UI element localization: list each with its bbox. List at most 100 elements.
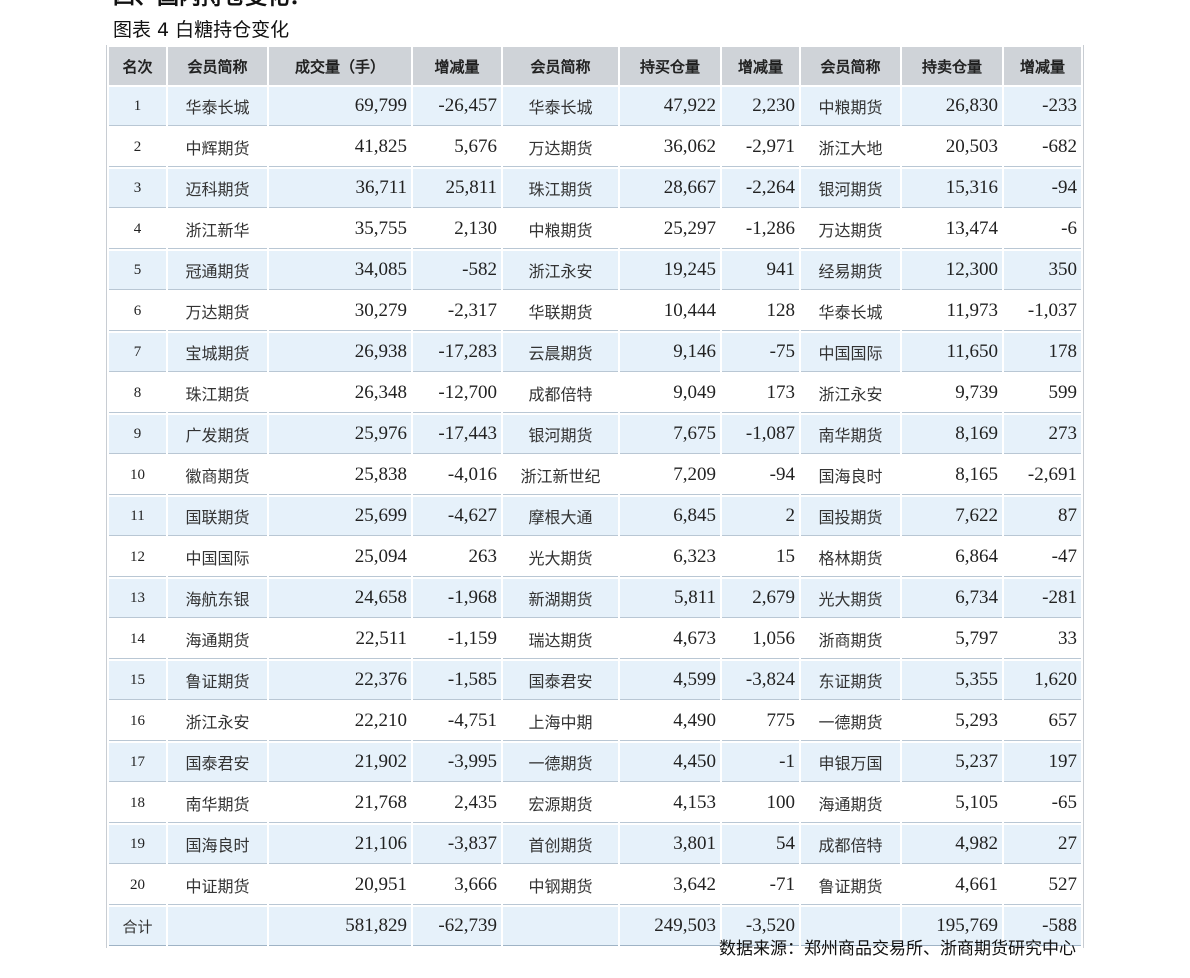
short-change-cell: -682 [1004,128,1081,167]
short-position-cell: 15,316 [902,169,1002,208]
volume-member-cell: 冠通期货 [168,251,267,290]
rank-cell: 18 [109,784,166,823]
long-member-cell: 成都倍特 [503,374,618,413]
long-member-cell [503,907,618,946]
short-member-cell: 光大期货 [801,579,900,618]
col-header-short-member: 会员简称 [801,47,900,85]
long-change-cell: 15 [722,538,799,577]
rank-cell: 7 [109,333,166,372]
volume-member-cell: 南华期货 [168,784,267,823]
table-row: 14 海通期货 22,511 -1,159 瑞达期货 4,673 1,056 浙商期货 5,79… [109,620,1081,659]
short-member-cell: 鲁证期货 [801,866,900,905]
long-member-cell: 华联期货 [503,292,618,331]
short-member-cell: 浙江永安 [801,374,900,413]
short-change-cell: -233 [1004,87,1081,126]
volume-change-cell: 3,666 [413,866,501,905]
long-change-cell: 100 [722,784,799,823]
volume-cell: 21,902 [269,743,411,782]
short-position-cell: 5,797 [902,620,1002,659]
volume-member-cell: 中辉期货 [168,128,267,167]
volume-member-cell [168,907,267,946]
long-member-cell: 华泰长城 [503,87,618,126]
table-row: 11 国联期货 25,699 -4,627 摩根大通 6,845 2 国投期货 7,622 87 [109,497,1081,536]
volume-member-cell: 万达期货 [168,292,267,331]
short-change-cell: -47 [1004,538,1081,577]
long-change-cell: -2,264 [722,169,799,208]
table-row: 1 华泰长城 69,799 -26,457 华泰长城 47,922 2,230 中粮期货 26,… [109,87,1081,126]
long-position-cell: 4,490 [620,702,720,741]
rank-cell: 19 [109,825,166,864]
table-row: 9 广发期货 25,976 -17,443 银河期货 7,675 -1,087 南华期货 8,1… [109,415,1081,454]
table-row: 18 南华期货 21,768 2,435 宏源期货 4,153 100 海通期货 5,105 -6… [109,784,1081,823]
rank-cell: 10 [109,456,166,495]
volume-member-cell: 珠江期货 [168,374,267,413]
volume-change-cell: -582 [413,251,501,290]
volume-member-cell: 海通期货 [168,620,267,659]
short-member-cell: 南华期货 [801,415,900,454]
rank-cell: 2 [109,128,166,167]
rank-cell: 9 [109,415,166,454]
volume-cell: 41,825 [269,128,411,167]
long-position-cell: 6,845 [620,497,720,536]
long-change-cell: 2,230 [722,87,799,126]
short-member-cell: 银河期货 [801,169,900,208]
long-position-cell: 47,922 [620,87,720,126]
long-change-cell: 128 [722,292,799,331]
short-position-cell: 5,293 [902,702,1002,741]
volume-member-cell: 迈科期货 [168,169,267,208]
table-row: 13 海航东银 24,658 -1,968 新湖期货 5,811 2,679 光大期货 6,73… [109,579,1081,618]
col-header-short-change: 增减量 [1004,47,1081,85]
table-row: 10 徽商期货 25,838 -4,016 浙江新世纪 7,209 -94 国海良时 8,165… [109,456,1081,495]
short-change-cell: 33 [1004,620,1081,659]
volume-change-cell: -4,627 [413,497,501,536]
rank-cell: 14 [109,620,166,659]
volume-cell: 35,755 [269,210,411,249]
short-position-cell: 11,973 [902,292,1002,331]
long-position-cell: 4,673 [620,620,720,659]
rank-cell: 4 [109,210,166,249]
col-header-long-change: 增减量 [722,47,799,85]
long-member-cell: 珠江期货 [503,169,618,208]
long-member-cell: 光大期货 [503,538,618,577]
volume-cell: 25,094 [269,538,411,577]
long-change-cell: 173 [722,374,799,413]
rank-cell: 16 [109,702,166,741]
short-member-cell: 中粮期货 [801,87,900,126]
short-member-cell: 申银万国 [801,743,900,782]
rank-cell: 13 [109,579,166,618]
short-position-cell: 9,739 [902,374,1002,413]
table-row: 2 中辉期货 41,825 5,676 万达期货 36,062 -2,971 浙江大地 20,5… [109,128,1081,167]
source-note: 数据来源：郑州商品交易所、浙商期货研究中心 [719,939,1076,959]
long-change-cell: 941 [722,251,799,290]
short-position-cell: 5,237 [902,743,1002,782]
short-change-cell: 657 [1004,702,1081,741]
table-row: 19 国海良时 21,106 -3,837 首创期货 3,801 54 成都倍特 4,982 27 [109,825,1081,864]
volume-member-cell: 中证期货 [168,866,267,905]
long-member-cell: 国泰君安 [503,661,618,700]
volume-cell: 22,511 [269,620,411,659]
volume-cell: 21,768 [269,784,411,823]
volume-cell: 22,376 [269,661,411,700]
volume-cell: 34,085 [269,251,411,290]
long-position-cell: 4,153 [620,784,720,823]
short-member-cell: 中国国际 [801,333,900,372]
table-row: 17 国泰君安 21,902 -3,995 一德期货 4,450 -1 申银万国 5,237 19… [109,743,1081,782]
long-position-cell: 4,450 [620,743,720,782]
long-member-cell: 新湖期货 [503,579,618,618]
volume-member-cell: 浙江永安 [168,702,267,741]
short-change-cell: 197 [1004,743,1081,782]
volume-change-cell: -12,700 [413,374,501,413]
volume-member-cell: 海航东银 [168,579,267,618]
volume-change-cell: 2,130 [413,210,501,249]
rank-cell: 17 [109,743,166,782]
short-change-cell: 178 [1004,333,1081,372]
short-change-cell: -94 [1004,169,1081,208]
col-header-short-position: 持卖仓量 [902,47,1002,85]
long-change-cell: 2,679 [722,579,799,618]
volume-member-cell: 国泰君安 [168,743,267,782]
short-change-cell: 350 [1004,251,1081,290]
col-header-long-member: 会员简称 [503,47,618,85]
table-row: 7 宝城期货 26,938 -17,283 云晨期货 9,146 -75 中国国际 11,650… [109,333,1081,372]
long-member-cell: 中粮期货 [503,210,618,249]
rank-cell: 8 [109,374,166,413]
